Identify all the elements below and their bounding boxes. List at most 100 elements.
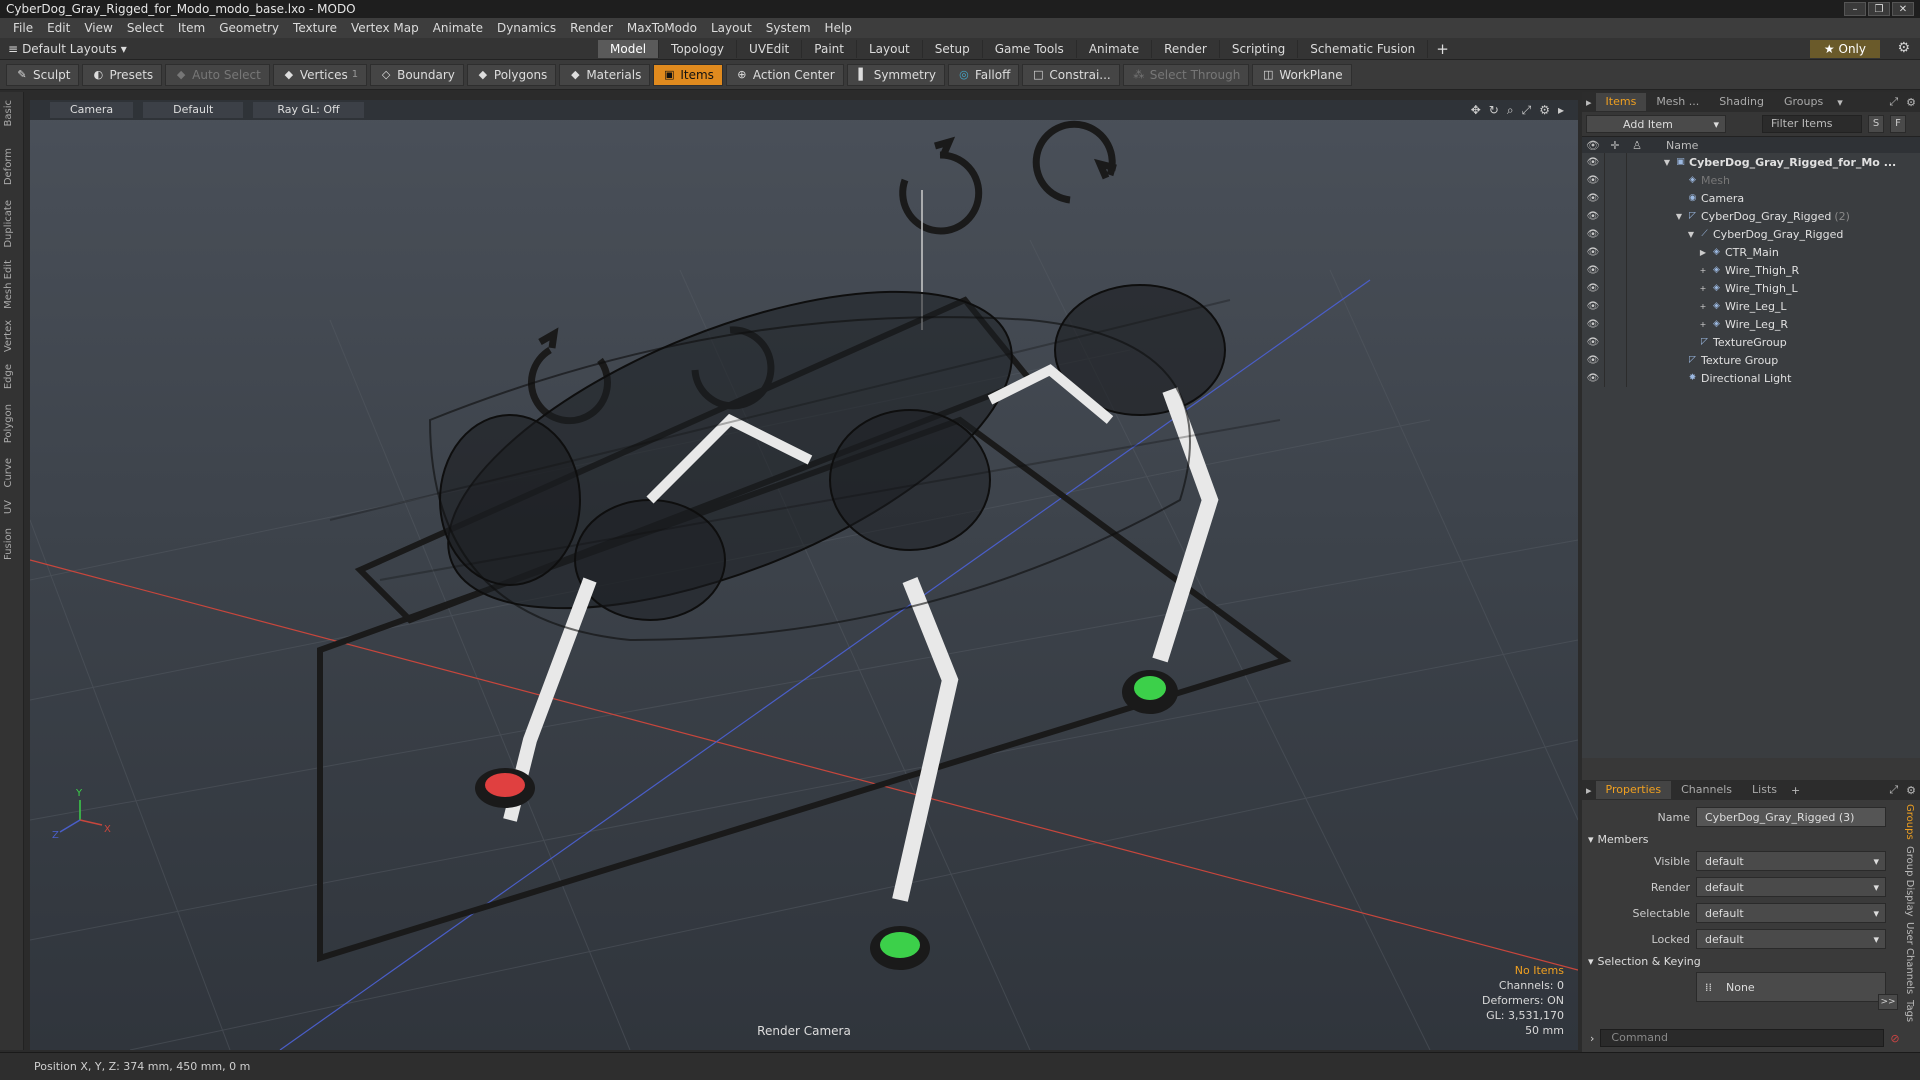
properties-menu-icon[interactable]: ▸ [1582,784,1596,797]
left-tab-basic[interactable]: Basic [3,100,21,126]
menu-select[interactable]: Select [120,21,171,35]
stop-icon[interactable]: ⊘ [1890,1032,1899,1045]
rotate-view-icon[interactable]: ↻ [1489,103,1499,118]
eye-icon[interactable]: 👁 [1582,157,1604,168]
more-button[interactable]: >> [1878,994,1898,1010]
selectable-dropdown[interactable]: default ▾ [1696,903,1886,923]
eye-icon[interactable]: 👁 [1582,193,1604,204]
menu-layout[interactable]: Layout [704,21,759,35]
tree-row[interactable]: 👁 + ◈ Wire_Leg_L [1582,297,1920,315]
properties-gear-icon[interactable]: ⚙ [1902,784,1920,797]
maximize-button[interactable]: ❐ [1868,2,1890,16]
viewport-gear-icon[interactable]: ⚙ [1539,103,1550,118]
left-tab-duplicate[interactable]: Duplicate [3,200,21,248]
menu-maxtomodo[interactable]: MaxToModo [620,21,704,35]
tab-layout[interactable]: Layout [857,39,923,58]
minimize-button[interactable]: – [1844,2,1866,16]
properties-expand-icon[interactable]: ⤢ [1885,783,1902,797]
vertices-button[interactable]: ◆ Vertices 1 [272,63,368,86]
s-button[interactable]: S [1868,115,1884,133]
expand-icon[interactable]: + [1698,302,1708,311]
locked-dropdown[interactable]: default ▾ [1696,929,1886,949]
menu-geometry[interactable]: Geometry [212,21,286,35]
tree-row[interactable]: 👁 ◸ Texture Group [1582,351,1920,369]
expand-icon[interactable]: ▶ [1698,248,1708,257]
items-button[interactable]: ▣ Items [653,63,723,86]
workplane-button[interactable]: ◫ WorkPlane [1252,63,1352,86]
tree-row[interactable]: 👁 ◸ TextureGroup [1582,333,1920,351]
side-tab-user-channels[interactable]: User Channels [1904,922,1915,994]
menu-help[interactable]: Help [818,21,859,35]
menu-edit[interactable]: Edit [40,21,77,35]
raygl-button[interactable]: Ray GL: Off [253,102,364,118]
eye-icon[interactable]: 👁 [1582,373,1604,384]
expand-icon[interactable]: + [1698,266,1708,275]
expand-icon[interactable]: + [1698,284,1708,293]
menu-dynamics[interactable]: Dynamics [490,21,563,35]
members-section[interactable]: ▾ Members [1582,830,1920,848]
close-button[interactable]: ✕ [1892,2,1914,16]
side-tab-group-display[interactable]: Group Display [1904,846,1915,916]
menu-system[interactable]: System [759,21,818,35]
eye-icon[interactable]: 👁 [1582,229,1604,240]
render-dropdown[interactable]: default ▾ [1696,877,1886,897]
left-tab-deform[interactable]: Deform [3,148,21,185]
eye-icon[interactable]: 👁 [1582,355,1604,366]
tab-shading[interactable]: Shading [1709,93,1774,111]
eye-icon[interactable]: 👁 [1582,175,1604,186]
selection-set-button[interactable]: ⁞⁞ None [1696,972,1886,1002]
tab-scripting[interactable]: Scripting [1220,39,1299,58]
tree-row[interactable]: 👁 + ◈ Wire_Leg_R [1582,315,1920,333]
only-button[interactable]: ★ Only [1809,40,1880,58]
panel-expand-icon[interactable]: ⤢ [1885,95,1902,109]
tab-lists[interactable]: Lists [1742,781,1787,799]
tab-mesh[interactable]: Mesh ... [1646,93,1709,111]
tab-channels[interactable]: Channels [1671,781,1742,799]
name-field[interactable]: CyberDog_Gray_Rigged (3) [1696,807,1886,827]
menu-view[interactable]: View [77,21,119,35]
boundary-button[interactable]: ◇ Boundary [370,63,464,86]
left-tab-uv[interactable]: UV [3,500,21,514]
auto-select-button[interactable]: ◆ Auto Select [165,63,270,86]
eye-icon[interactable]: 👁 [1582,247,1604,258]
presets-button[interactable]: ◐ Presets [82,63,163,86]
tree-row[interactable]: 👁 ▶ ◈ CTR_Main [1582,243,1920,261]
eye-icon[interactable]: 👁 [1582,301,1604,312]
add-tab-icon[interactable]: + [1436,40,1449,58]
3d-viewport[interactable]: Camera Default Ray GL: Off ✥ ↻ ⌕ ⤢ ⚙ ▸ Y… [30,100,1578,1050]
menu-animate[interactable]: Animate [426,21,490,35]
shading-mode-button[interactable]: Default [143,102,244,118]
add-item-button[interactable]: Add Item ▾ [1586,115,1726,133]
eye-icon[interactable]: 👁 [1582,319,1604,330]
left-tab-edge[interactable]: Edge [3,364,21,389]
tab-topology[interactable]: Topology [659,39,738,58]
tabs-dropdown-icon[interactable]: ▾ [1833,96,1847,109]
pan-icon[interactable]: ✥ [1471,103,1481,118]
tab-paint[interactable]: Paint [802,39,857,58]
tab-groups[interactable]: Groups [1774,93,1833,111]
select-through-button[interactable]: ⁂ Select Through [1122,63,1250,86]
camera-view-button[interactable]: Camera [50,102,134,118]
tree-row[interactable]: 👁 + ◈ Wire_Thigh_L [1582,279,1920,297]
tab-items[interactable]: Items [1595,93,1647,111]
panel-gear-icon[interactable]: ⚙ [1902,96,1920,109]
visible-dropdown[interactable]: default ▾ [1696,851,1886,871]
tab-uvedit[interactable]: UVEdit [737,39,803,58]
expand-icon[interactable]: ▼ [1686,230,1696,239]
tab-model[interactable]: Model [598,39,660,58]
left-tab-mesh-edit[interactable]: Mesh Edit [3,260,21,309]
zoom-icon[interactable]: ⌕ [1507,103,1514,118]
falloff-button[interactable]: ◎ Falloff [947,63,1020,86]
tree-row[interactable]: 👁 ✸ Directional Light [1582,369,1920,387]
tree-row[interactable]: 👁 + ◈ Wire_Thigh_R [1582,261,1920,279]
maximize-view-icon[interactable]: ⤢ [1522,103,1532,118]
gear-icon[interactable]: ⚙ [1897,40,1910,56]
tree-row[interactable]: 👁 ▼ ▣ CyberDog_Gray_Rigged_for_Mo ... [1582,153,1920,171]
tree-row[interactable]: 👁 ◈ Mesh [1582,171,1920,189]
expand-icon[interactable]: ▼ [1662,158,1672,167]
menu-item[interactable]: Item [171,21,212,35]
tree-row[interactable]: 👁 ◉ Camera [1582,189,1920,207]
filter-items-input[interactable]: Filter Items [1762,115,1862,133]
materials-button[interactable]: ◆ Materials [559,63,651,86]
expand-icon[interactable]: + [1698,320,1708,329]
